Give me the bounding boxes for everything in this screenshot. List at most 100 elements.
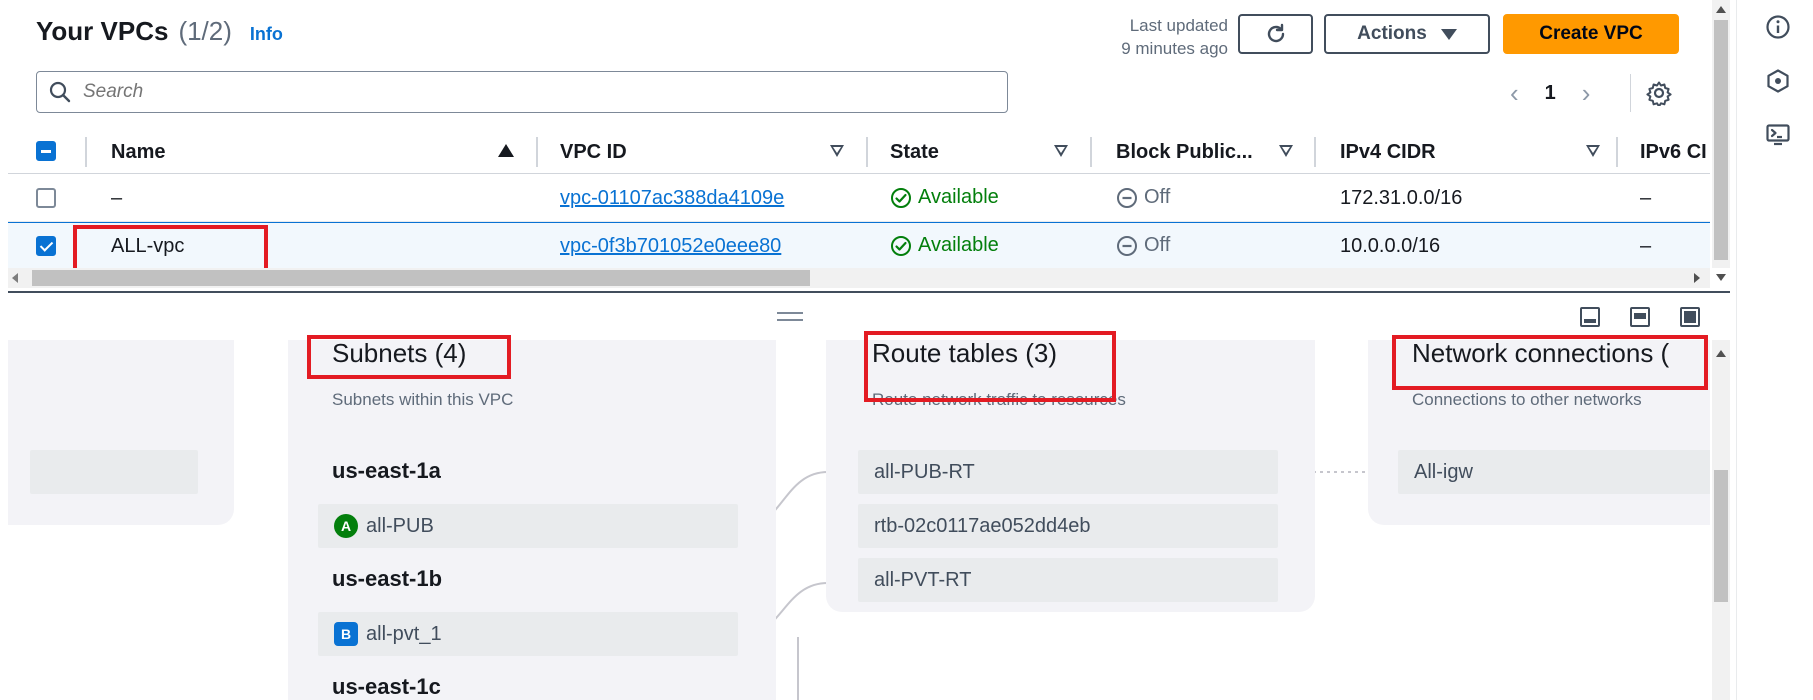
row-checkbox[interactable] — [36, 236, 56, 256]
block-public-text: Off — [1144, 186, 1171, 208]
page-title: Your VPCs (1/2) Info — [36, 16, 283, 47]
vertical-scroll-thumb[interactable] — [1714, 20, 1728, 260]
route-table-node[interactable]: rtb-02c0117ae052dd4eb — [858, 504, 1278, 548]
cell-vpc-id-link[interactable]: vpc-0f3b701052e0eee80 — [560, 235, 781, 258]
cell-name: – — [111, 187, 123, 209]
column-divider[interactable] — [536, 137, 538, 167]
column-header-state[interactable]: State — [890, 141, 939, 164]
create-vpc-button[interactable]: Create VPC — [1503, 14, 1679, 54]
subnet-node[interactable]: B all-pvt_1 — [318, 612, 738, 656]
current-page[interactable]: 1 — [1545, 82, 1556, 105]
state-text: Available — [918, 186, 999, 208]
minus-circle-icon — [1117, 187, 1137, 208]
table-vertical-scrollbar[interactable] — [1712, 0, 1730, 281]
vertical-scroll-thumb[interactable] — [1714, 470, 1728, 602]
sort-icon[interactable] — [1054, 145, 1068, 157]
block-public-text: Off — [1144, 234, 1171, 256]
search-bar — [36, 71, 1008, 113]
cell-vpc-id-link[interactable]: vpc-01107ac388da4109e — [560, 187, 784, 210]
previous-page-icon[interactable]: ‹ — [1510, 78, 1519, 109]
last-updated: Last updated 9 minutes ago — [1090, 14, 1228, 60]
availability-zone-label: us-east-1b — [332, 566, 443, 591]
highlight-box-subnets — [307, 335, 511, 379]
actions-dropdown[interactable]: Actions — [1324, 14, 1490, 54]
cell-ipv4-cidr: 172.31.0.0/16 — [1340, 187, 1463, 209]
column-header-ipv6-cidr[interactable]: IPv6 CI — [1640, 141, 1707, 164]
scroll-up-arrow[interactable] — [1716, 6, 1726, 13]
sort-icon[interactable] — [1279, 145, 1293, 157]
panel-side-icon[interactable] — [1630, 307, 1650, 327]
scroll-left-arrow[interactable] — [12, 273, 18, 283]
zone-a-badge-icon: A — [334, 514, 358, 538]
hexagon-feedback-icon[interactable] — [1765, 68, 1791, 94]
highlight-box-route-tables — [864, 331, 1116, 402]
preferences-gear-icon[interactable] — [1646, 80, 1672, 111]
cell-ipv6-cidr: – — [1640, 235, 1652, 257]
create-vpc-label: Create VPC — [1539, 23, 1643, 44]
table-row[interactable]: – vpc-01107ac388da4109e Available Off 17… — [8, 174, 1710, 222]
sort-icon[interactable] — [830, 145, 844, 157]
resource-map: Subnets (4) Subnets within this VPC us-e… — [8, 340, 1710, 700]
column-header-vpc-id[interactable]: VPC ID — [560, 141, 627, 164]
subnet-node[interactable]: A all-PUB — [318, 504, 738, 548]
search-icon — [49, 81, 71, 103]
info-icon[interactable] — [1765, 14, 1791, 40]
cell-state: Available — [890, 186, 999, 209]
horizontal-scrollbar[interactable] — [8, 268, 1710, 288]
scroll-down-arrow[interactable] — [1716, 274, 1726, 281]
column-divider[interactable] — [1090, 137, 1092, 167]
actions-label: Actions — [1357, 23, 1427, 44]
select-all-checkbox[interactable] — [36, 141, 56, 161]
subnets-subtitle: Subnets within this VPC — [332, 390, 514, 409]
vpc-node[interactable] — [30, 450, 198, 494]
table-header: Name VPC ID State Block Public... IPv4 C… — [8, 131, 1710, 174]
pagination: ‹ 1 › — [1510, 78, 1590, 109]
subnet-name: all-PUB — [366, 514, 434, 537]
column-header-block-public[interactable]: Block Public... — [1116, 141, 1253, 164]
refresh-icon — [1267, 23, 1284, 43]
subnet-name: all-pvt_1 — [366, 622, 442, 645]
column-divider[interactable] — [1616, 137, 1618, 167]
minus-circle-icon — [1117, 235, 1137, 256]
last-updated-label: Last updated — [1129, 16, 1228, 35]
column-divider[interactable] — [1314, 137, 1316, 167]
next-page-icon[interactable]: › — [1582, 78, 1591, 109]
refresh-button[interactable] — [1238, 14, 1313, 54]
caret-down-icon — [1440, 28, 1457, 40]
highlight-box-network-connections — [1392, 335, 1708, 390]
availability-zone-label: us-east-1a — [332, 458, 441, 483]
horizontal-scroll-thumb[interactable] — [32, 270, 810, 286]
split-panel-divider — [8, 291, 1730, 293]
resource-map-vertical-scrollbar[interactable] — [1712, 340, 1730, 700]
cloudshell-terminal-icon[interactable] — [1765, 122, 1791, 148]
internet-gateway-node[interactable]: All-igw — [1398, 450, 1710, 494]
column-header-name[interactable]: Name — [111, 141, 165, 164]
availability-zone-label: us-east-1c — [332, 674, 441, 699]
panel-bottom-icon[interactable] — [1580, 307, 1600, 327]
scroll-up-arrow[interactable] — [1716, 350, 1726, 357]
panel-full-icon[interactable] — [1680, 307, 1700, 327]
last-updated-time: 9 minutes ago — [1121, 39, 1228, 58]
vpc-column — [8, 340, 234, 525]
row-checkbox[interactable] — [36, 188, 56, 208]
vpc-console: Your VPCs (1/2) Info Last updated 9 minu… — [0, 0, 1813, 700]
drag-handle-icon[interactable] — [777, 312, 803, 321]
column-divider[interactable] — [866, 137, 868, 167]
selection-count: (1/2) — [178, 16, 232, 46]
route-table-node[interactable]: all-PUB-RT — [858, 450, 1278, 494]
cell-state: Available — [890, 234, 999, 257]
right-tools-rail — [1736, 0, 1813, 700]
route-table-node[interactable]: all-PVT-RT — [858, 558, 1278, 602]
scroll-right-arrow[interactable] — [1694, 273, 1700, 283]
cell-ipv6-cidr: – — [1640, 187, 1652, 209]
check-circle-icon — [891, 235, 911, 256]
zone-b-badge-icon: B — [334, 622, 358, 646]
page-title-text: Your VPCs — [36, 16, 169, 46]
sort-icon[interactable] — [1586, 145, 1600, 157]
column-header-ipv4-cidr[interactable]: IPv4 CIDR — [1340, 141, 1436, 164]
sort-ascending-icon[interactable] — [498, 144, 514, 157]
info-link[interactable]: Info — [250, 24, 283, 45]
state-text: Available — [918, 234, 999, 256]
search-input[interactable] — [83, 81, 983, 103]
cell-block-public: Off — [1116, 234, 1170, 257]
